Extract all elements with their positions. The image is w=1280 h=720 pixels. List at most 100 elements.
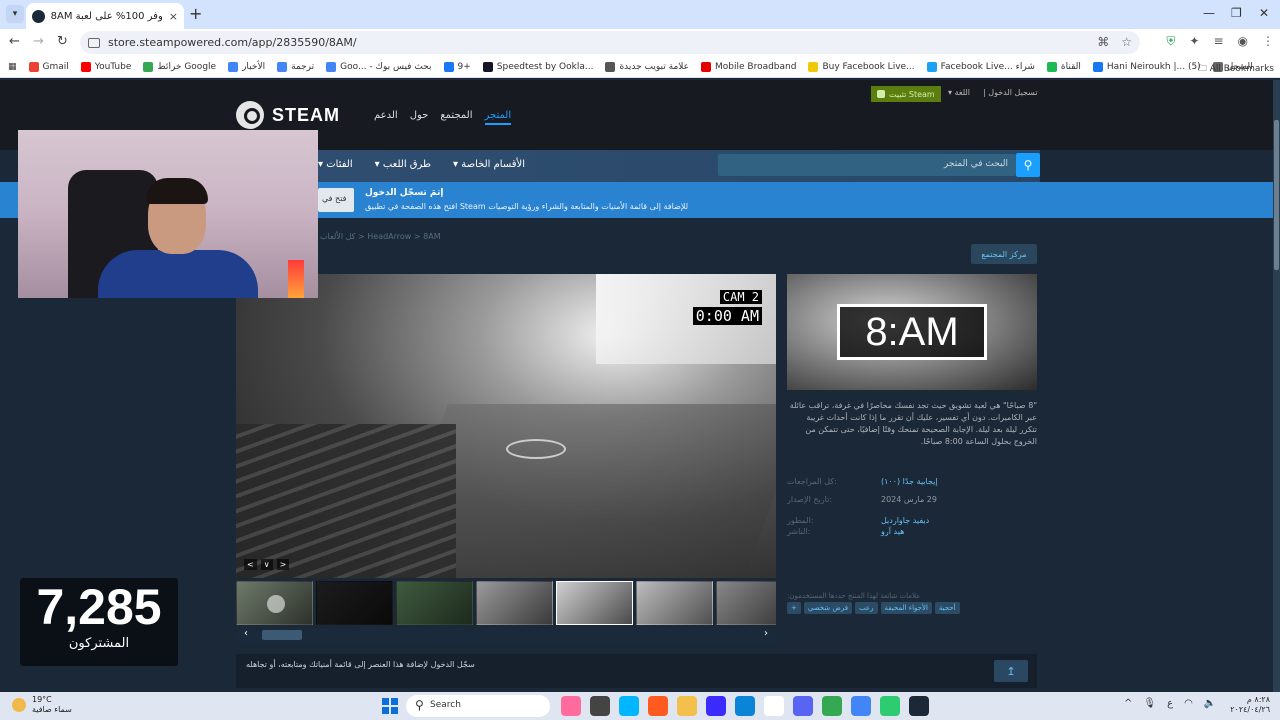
wifi-icon[interactable]: ◠	[1184, 698, 1193, 709]
taskbar-app-icon[interactable]	[590, 696, 610, 716]
developer-link[interactable]: ديفيد جاوارديل	[881, 516, 929, 525]
taskbar-app-icon[interactable]	[619, 696, 639, 716]
url-text[interactable]: store.steampowered.com/app/2835590/8AM/	[108, 36, 357, 49]
reading-list-icon[interactable]: ≡	[1213, 34, 1223, 49]
thumbnail[interactable]	[316, 581, 393, 625]
bookmark-item[interactable]: Mobile Broadband	[701, 61, 796, 72]
tray-overflow-icon[interactable]: ^	[1124, 698, 1132, 709]
taskbar-app-icon[interactable]	[677, 696, 697, 716]
steam-logo[interactable]: STEAM	[236, 101, 340, 129]
bookmark-item[interactable]: Buy Facebook Live...	[808, 61, 915, 72]
bookmark-item[interactable]: 9+	[443, 61, 471, 72]
bookmark-item[interactable]: الأخبار	[228, 61, 265, 72]
close-window-icon[interactable]: ✕	[1259, 6, 1269, 20]
taskbar-search[interactable]: Search	[406, 695, 550, 717]
translate-icon[interactable]: ⌘	[1097, 35, 1109, 49]
tab-search-button[interactable]: ▾	[6, 5, 24, 23]
bookmark-item[interactable]: القناة	[1046, 61, 1081, 72]
thumbnail[interactable]	[476, 581, 553, 625]
taskbar-app-icon[interactable]	[735, 696, 755, 716]
back-icon[interactable]: ←	[9, 34, 20, 49]
taskbar-app-icon[interactable]	[561, 696, 581, 716]
subnav-categories[interactable]: الفئات ▾	[318, 159, 353, 170]
thumbnail[interactable]	[396, 581, 473, 625]
volume-icon[interactable]: 🔈	[1204, 698, 1216, 709]
site-info-icon[interactable]	[88, 37, 100, 48]
bookmark-star-icon[interactable]: ☆	[1121, 35, 1132, 49]
taskbar-app-icon[interactable]	[764, 696, 784, 716]
address-bar[interactable]: store.steampowered.com/app/2835590/8AM/ …	[80, 31, 1140, 54]
profile-avatar[interactable]: ◉	[1238, 34, 1248, 49]
bookmark-item[interactable]: علامة تبويب جديدة	[605, 61, 689, 72]
taskbar-app-icon[interactable]	[851, 696, 871, 716]
taskbar-app-icon[interactable]	[648, 696, 668, 716]
open-in-app-button[interactable]: فتح في	[318, 188, 354, 212]
bookmark-item[interactable]: Hani Neiroukh |... (5)	[1092, 61, 1201, 72]
thumbnail[interactable]	[716, 581, 776, 625]
thumbnail-video[interactable]	[236, 581, 313, 625]
page-scrollbar[interactable]	[1273, 80, 1280, 692]
install-steam-button[interactable]: تثبيت Steam	[871, 86, 941, 102]
start-icon[interactable]	[382, 698, 398, 714]
signin-note[interactable]: سجّل الدخول لإضافة هذا العنصر إلى قائمة …	[246, 660, 475, 669]
page-scroll-handle[interactable]	[1274, 120, 1279, 270]
thumbnail-selected[interactable]	[556, 581, 633, 625]
search-icon[interactable]: ⚲	[1016, 153, 1040, 177]
bookmark-item[interactable]: YouTube	[80, 61, 131, 72]
tag-puzzle[interactable]: أحجية	[934, 602, 960, 614]
login-banner-title[interactable]: إتمَ تسجّل الدخول	[365, 188, 443, 198]
scroll-right-icon[interactable]: ›	[764, 628, 768, 639]
release-value: 29 مارس 2024	[881, 495, 937, 504]
share-icon[interactable]: ↥	[994, 660, 1028, 682]
active-tab[interactable]: وفر 100% على لعبة 8AM على ... ×	[26, 3, 184, 29]
nav-about[interactable]: حول	[410, 110, 429, 125]
bookmark-item[interactable]: Gmail	[28, 61, 69, 72]
tag-first-person[interactable]: فرض شخصي	[803, 602, 853, 614]
login-link[interactable]: | تسجيل الدخول	[983, 88, 1038, 97]
taskbar-app-icon[interactable]	[909, 696, 929, 716]
tag-creepy[interactable]: الأجواء المخيفة	[880, 602, 932, 614]
taskbar-app-icon[interactable]	[793, 696, 813, 716]
shield-extension-icon[interactable]: ⛨	[1166, 34, 1175, 49]
bookmark-item[interactable]: Goo... - بحث فيس بوك	[326, 61, 432, 72]
breadcrumb[interactable]: كل الألعاب > HeadArrow > 8AM	[320, 232, 441, 241]
bookmark-item[interactable]: Facebook Live... شراء	[926, 61, 1035, 72]
subnav-ways-to-play[interactable]: طرق اللعب ▾	[375, 159, 431, 170]
new-tab-button[interactable]: +	[189, 5, 202, 23]
taskbar-app-icon[interactable]	[822, 696, 842, 716]
publisher-link[interactable]: هيد آرو	[881, 527, 904, 536]
community-hub-button[interactable]: مركز المجتمع	[971, 244, 1037, 264]
restore-icon[interactable]: ❐	[1231, 6, 1242, 20]
reviews-value[interactable]: إيجابية جدًا (١٠٠)	[881, 477, 938, 486]
tab-close-icon[interactable]: ×	[169, 10, 178, 23]
nav-support[interactable]: الدعم	[374, 110, 398, 125]
all-bookmarks-folder[interactable]: 🗀 All Bookmarks	[1198, 61, 1274, 77]
weather-widget[interactable]: 19°C سماء صافية	[12, 695, 72, 715]
main-screenshot[interactable]: CAM 2 0:00 AM < ∨ >	[236, 274, 776, 578]
microphone-icon[interactable]: 🎙	[1143, 698, 1156, 709]
menu-kebab-icon[interactable]: ⋮	[1262, 34, 1274, 49]
clock[interactable]: ٨:٢٨ م ٢٠٢٤/٠٤/٢٦	[1226, 695, 1270, 715]
extensions-icon[interactable]: ✦	[1189, 34, 1199, 49]
bookmark-item[interactable]: ترجمة	[277, 61, 314, 72]
scroll-left-icon[interactable]: ‹	[244, 628, 248, 639]
forward-icon[interactable]: →	[33, 34, 44, 49]
tag-more[interactable]: +	[787, 602, 801, 614]
thumbnail-scroll-handle[interactable]	[262, 630, 302, 640]
input-language[interactable]: ع	[1167, 698, 1173, 709]
nav-store[interactable]: المتجر	[484, 110, 512, 125]
store-search-input[interactable]: البحث في المتجر	[718, 154, 1016, 176]
language-dropdown[interactable]: ▾ اللغة	[948, 88, 970, 97]
bookmark-item[interactable]: Speedtest by Ookla...	[482, 61, 593, 72]
thumbnail-scrollbar[interactable]: ‹ ›	[236, 628, 776, 642]
subnav-special-sections[interactable]: الأقسام الخاصة ▾	[453, 159, 525, 170]
minimize-icon[interactable]: —	[1203, 6, 1215, 20]
reload-icon[interactable]: ↻	[57, 34, 68, 49]
apps-grid-icon[interactable]: ▦	[8, 62, 17, 72]
nav-community[interactable]: المجتمع	[440, 110, 472, 125]
tag-horror[interactable]: رعب	[855, 602, 878, 614]
bookmark-item[interactable]: خرائط Google	[143, 61, 216, 72]
thumbnail[interactable]	[636, 581, 713, 625]
taskbar-app-icon[interactable]	[706, 696, 726, 716]
taskbar-app-icon[interactable]	[880, 696, 900, 716]
